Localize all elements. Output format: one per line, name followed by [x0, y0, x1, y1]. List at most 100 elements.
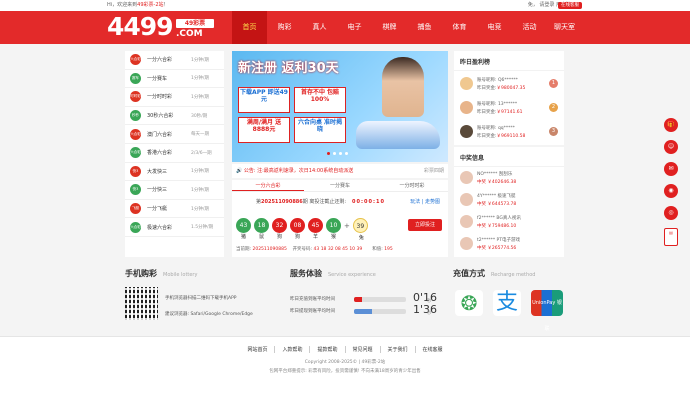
service-bar-fill	[354, 309, 373, 314]
pager-dot[interactable]	[339, 152, 342, 155]
banner-pager[interactable]	[327, 152, 348, 155]
draw-tab[interactable]: 一分赛车	[304, 180, 376, 191]
nav-item[interactable]: 体育	[442, 11, 477, 44]
current-label: 当前期:	[236, 247, 252, 252]
footer: 网站首页 入款帮助 提款帮助 常见问题 关于我们 在线客服 Copyright 2008-…	[0, 336, 690, 406]
game-period: 1分钟/期	[191, 206, 209, 212]
game-name: 30秒六合彩	[147, 113, 174, 120]
lottery-icon: 飞艇	[130, 203, 141, 215]
prize-label: 昨日奖金:	[477, 110, 497, 115]
greeting-text: Hi，欢迎来到	[107, 2, 138, 8]
service-icon[interactable]: ☺	[664, 140, 678, 154]
game-name: 一分时时彩	[147, 94, 173, 101]
logo-number: 4499	[107, 12, 174, 41]
game-period: 1分钟/期	[191, 76, 209, 82]
pager-dot[interactable]	[345, 152, 348, 155]
lottery-icon: 六合彩	[130, 147, 141, 159]
footer-link[interactable]: 常见问题	[346, 346, 381, 353]
app-icon[interactable]: ◉	[664, 184, 678, 198]
game-item[interactable]: 六合彩 香港六合彩 2/3/6一期	[125, 144, 224, 163]
game-name: 一分六合彩	[147, 57, 173, 64]
nav-item[interactable]: 聊天室	[547, 11, 582, 44]
mobile-line2: 建议浏览器: Safari/Google Chrome/Edge	[165, 312, 253, 317]
winner-prize: 昨日奖金:￥969110.58	[477, 133, 525, 139]
online-service-button[interactable]: 在线客服	[558, 2, 582, 9]
news-amount: 中奖 ￥265774.56	[477, 246, 517, 251]
unionpay-icon: UnionPay 银联	[531, 290, 563, 332]
footer-link[interactable]: 在线客服	[416, 346, 450, 353]
ball-number: 43	[239, 222, 248, 229]
alipay-icon: 支	[493, 290, 521, 316]
notice-bar[interactable]: 🔊 公告: 注:最高返利速录，次日14:00系统自动派送 彩票四期	[232, 164, 448, 178]
service-bar	[354, 297, 406, 302]
news-amount: 中奖 ￥402646.38	[477, 180, 517, 185]
nav-item[interactable]: 购彩	[267, 11, 302, 44]
ball-number: 08	[293, 222, 302, 229]
service-label: 昨日充值到账平均时间	[290, 297, 335, 302]
footer-link[interactable]: 入款帮助	[275, 346, 311, 353]
news-user: 4Y****** 极速飞艇	[477, 194, 516, 199]
lottery-icon: 六合彩	[130, 221, 141, 233]
game-item[interactable]: 六合彩 澳门六合彩 每天一期	[125, 125, 224, 144]
nav-item[interactable]: 捕鱼	[407, 11, 442, 44]
nav-item[interactable]: 真人	[302, 11, 337, 44]
game-item[interactable]: 赛车 一分赛车 1分钟/期	[125, 70, 224, 89]
promo-banner[interactable]: 新注册 返利30天 下载APP 即送49元 首存不中 包赔100% 满周/满月 …	[232, 51, 448, 162]
bet-now-button[interactable]: 立即投注	[408, 219, 442, 231]
result-ball: 18 鼠	[254, 218, 269, 240]
game-item[interactable]: 六合彩 一分六合彩 1分钟/期	[125, 51, 224, 70]
game-item[interactable]: 飞艇 一分飞艇 1分钟/期	[125, 200, 224, 219]
banner-model-image	[382, 57, 424, 117]
winner-account: 账号昵称: qq*****	[477, 126, 515, 131]
service-subtitle: Service experience	[328, 272, 376, 278]
nav-item[interactable]: 电竞	[477, 11, 512, 44]
wechat-icon[interactable]: ✉	[664, 162, 678, 176]
download-icon[interactable]: ▤	[664, 228, 678, 246]
footer-link[interactable]: 提款帮助	[310, 346, 346, 353]
result-ball: 45 羊	[308, 218, 323, 240]
game-item[interactable]: 快3 一分快三 1分钟/期	[125, 181, 224, 200]
footer-link[interactable]: 网站首页	[240, 346, 276, 353]
chat-icon[interactable]: ◎	[664, 206, 678, 220]
game-item[interactable]: 秒秒 30秒六合彩 30秒/期	[125, 107, 224, 126]
lottery-icon: 时时彩	[130, 91, 141, 103]
news-amount: 中奖 ￥759486.10	[477, 224, 517, 229]
winners-list: 账号昵称: Q6****** 昨日奖金:￥980047.35 1 账号昵称: 13**…	[454, 73, 564, 143]
game-item[interactable]: 时时彩 一分时时彩 1分钟/期	[125, 88, 224, 107]
service-bar	[354, 309, 406, 314]
winners-panel: 昨日盈利榜 账号昵称: Q6****** 昨日奖金:￥980047.35 1 账号昵称…	[454, 51, 564, 145]
pager-dot[interactable]	[333, 152, 336, 155]
draw-tab[interactable]: 一分六合彩	[232, 180, 304, 191]
game-item[interactable]: 快3 大发快三 1分钟/期	[125, 163, 224, 182]
pager-dot[interactable]	[327, 152, 330, 155]
winner-row: 账号昵称: 13****** 昨日奖金:￥97141.61 2	[460, 97, 558, 119]
notice-more[interactable]: 彩票四期	[424, 164, 444, 178]
site-logo[interactable]: 4499 49彩票 .COM	[107, 12, 217, 41]
game-item[interactable]: 六合彩 极速六合彩 1.5分钟/期	[125, 218, 224, 237]
avatar	[460, 77, 473, 90]
prize-amount: ￥97141.61	[496, 110, 523, 115]
draw-tab[interactable]: 一分时时彩	[376, 180, 448, 191]
site-name[interactable]: 49彩票-2站	[137, 2, 163, 8]
recharge-subtitle: Recharge method	[491, 272, 536, 278]
gift-icon[interactable]: 🎁	[664, 118, 678, 132]
nav-item[interactable]: 电子	[337, 11, 372, 44]
nav-item[interactable]: 首页	[232, 11, 267, 44]
issue-info: 第202511090886期 离投注截止还剩: 00:00:10	[256, 198, 385, 205]
prize-label: 昨日奖金:	[477, 134, 497, 139]
draw-links[interactable]: 玩法 | 走势图	[410, 198, 440, 205]
ball-zodiac: 兔	[358, 235, 364, 241]
ball-number: 18	[257, 222, 266, 229]
greeting: Hi，欢迎来到49彩票-2站！	[107, 0, 169, 11]
nav-item[interactable]: 棋牌	[372, 11, 407, 44]
footer-link[interactable]: 关于我们	[381, 346, 416, 353]
ball-zodiac: 鼠	[258, 234, 264, 240]
winner-row: 账号昵称: qq***** 昨日奖金:￥969110.58 3	[460, 121, 558, 143]
winner-row: 账号昵称: Q6****** 昨日奖金:￥980047.35 1	[460, 73, 558, 95]
risk-warning: 包网平台郑重提示: 彩票有风险，投资需谨慎! 不向未满18周岁的青少年出售	[269, 369, 421, 374]
lottery-icon: 六合彩	[130, 128, 141, 140]
news-user: NO****** 刮刮乐	[477, 172, 513, 177]
service-row: 昨日充值到账平均时间 0'16 秒	[290, 291, 437, 304]
copyright: Copyright 2008-2025© | 49彩票-2站	[304, 360, 386, 365]
nav-item[interactable]: 活动	[512, 11, 547, 44]
